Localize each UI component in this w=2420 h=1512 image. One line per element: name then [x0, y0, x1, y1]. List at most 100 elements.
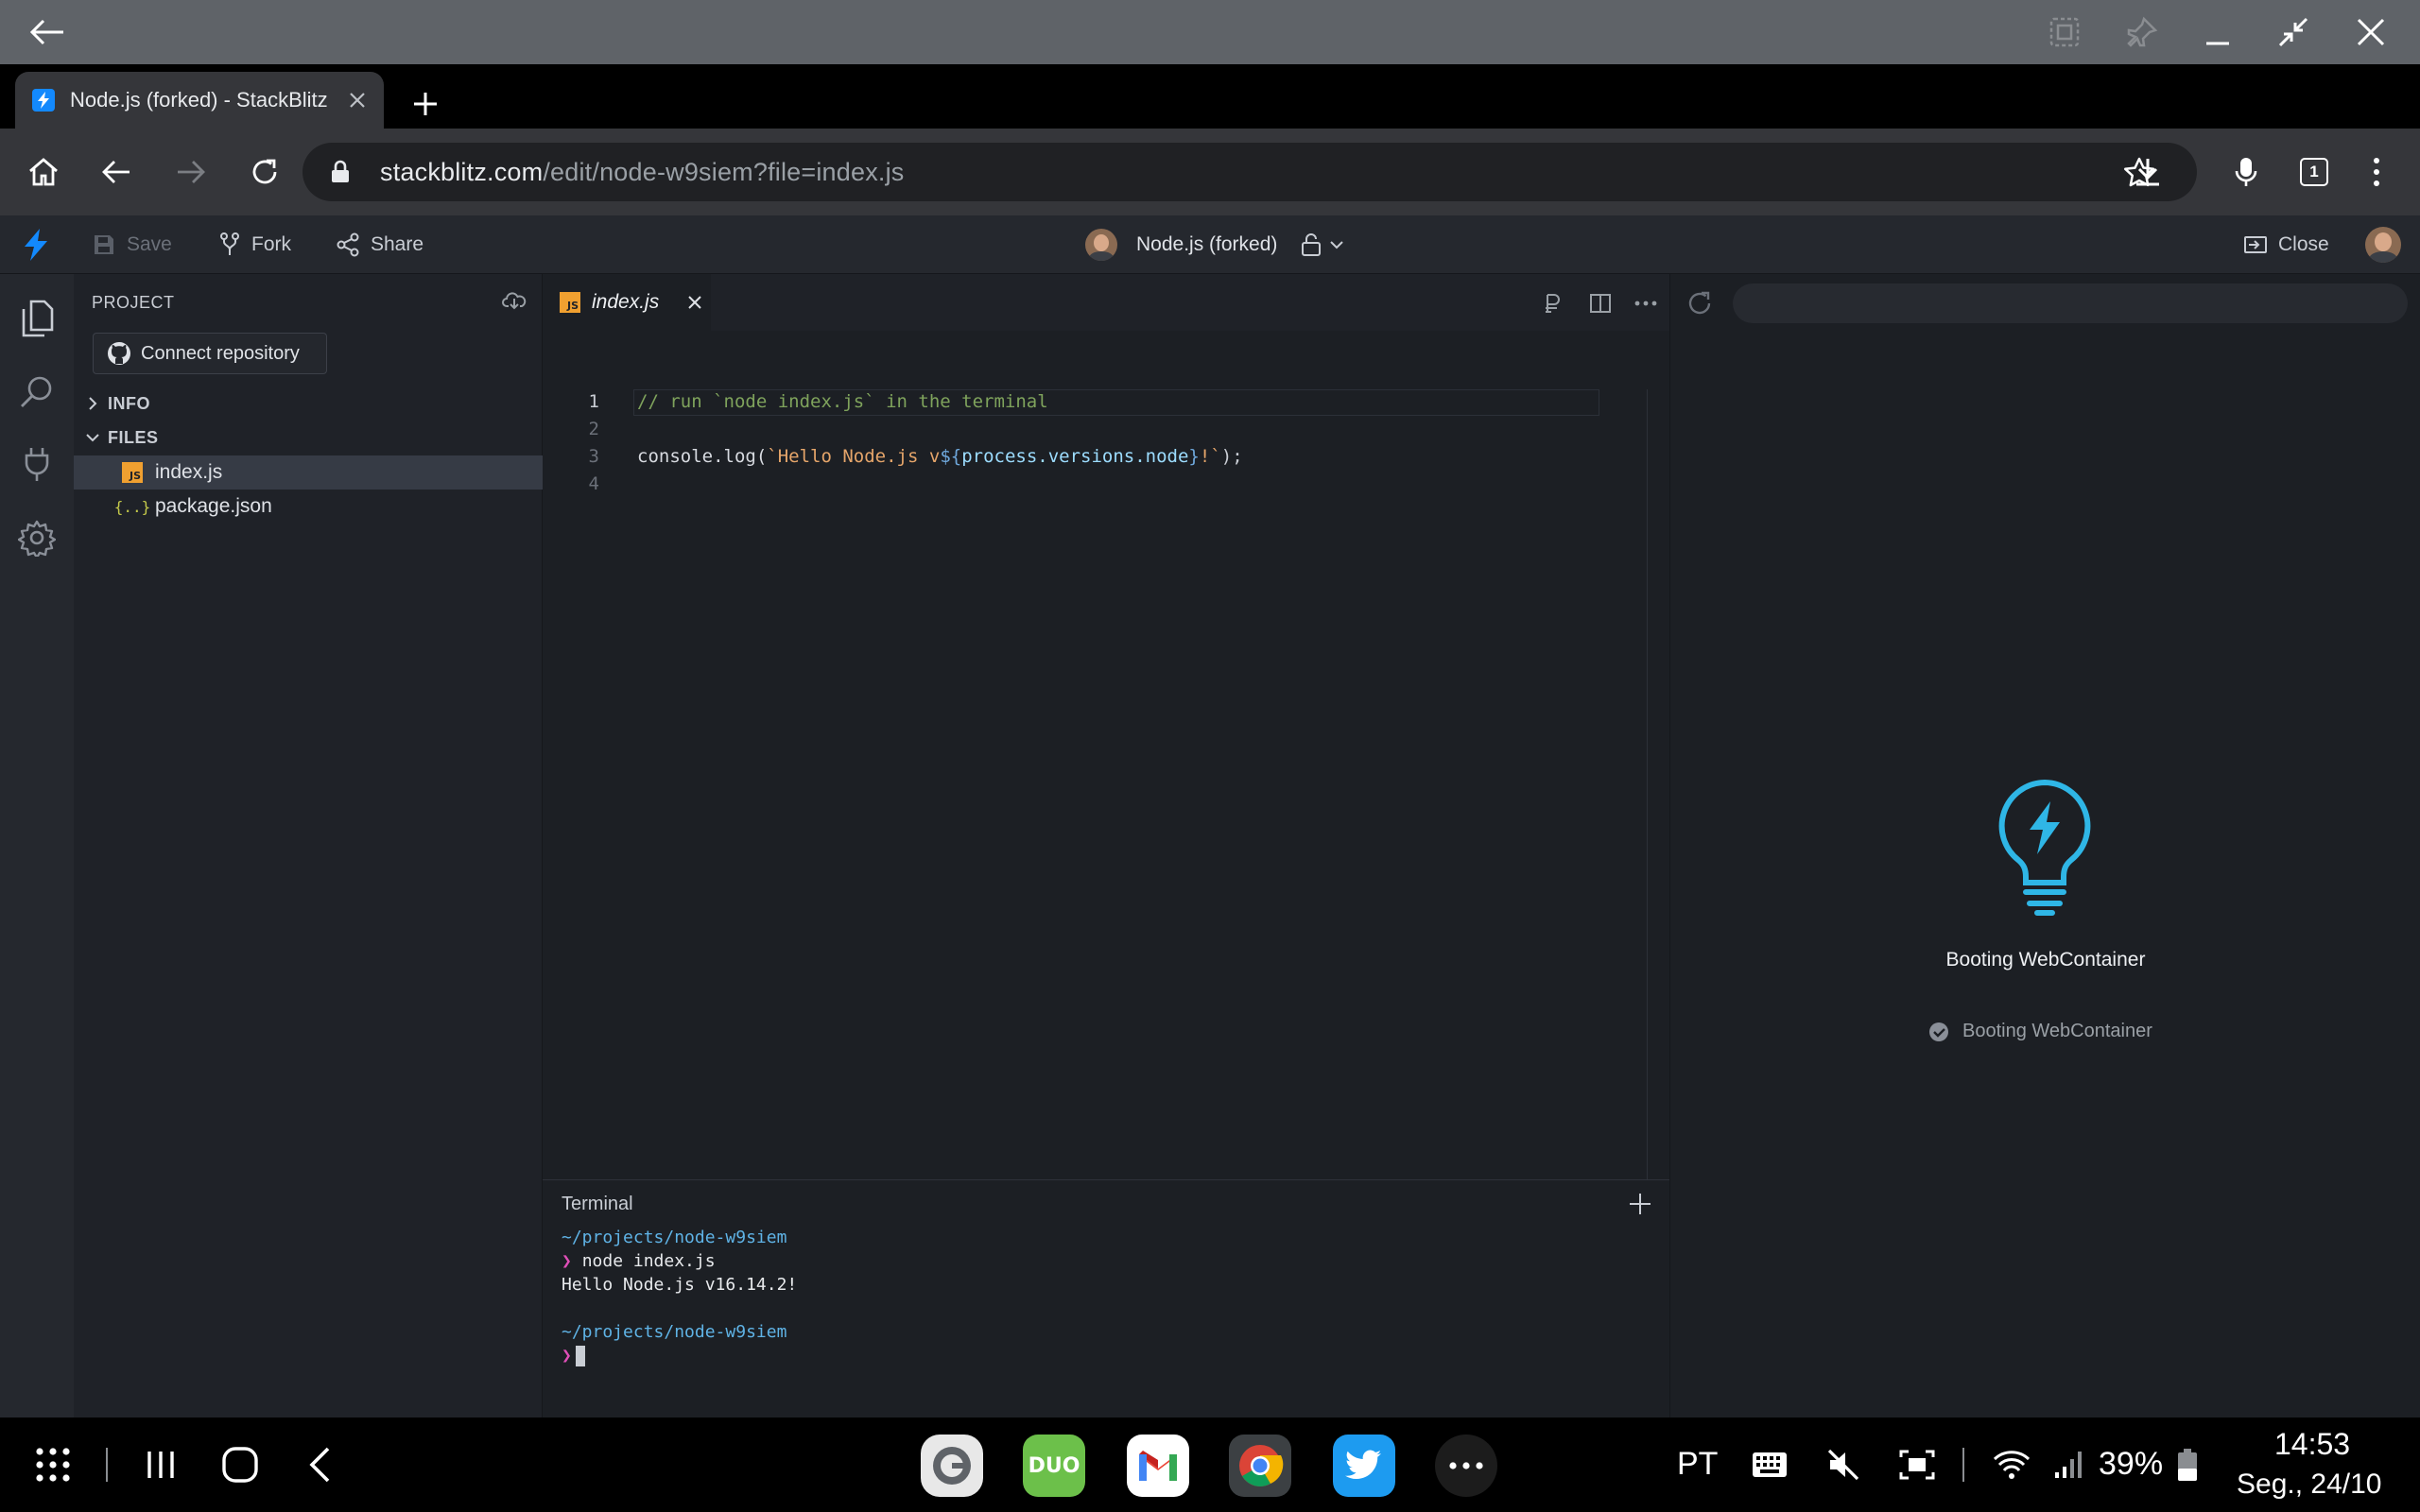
- wifi-icon[interactable]: [1989, 1442, 2034, 1487]
- restore-icon[interactable]: [2273, 11, 2314, 53]
- new-tab-icon[interactable]: [406, 85, 444, 123]
- exit-icon: [2244, 236, 2267, 253]
- chevron-down-icon: [81, 432, 104, 443]
- search-icon[interactable]: [13, 369, 60, 416]
- tab-close-icon[interactable]: [344, 87, 371, 113]
- screenshot-window-icon[interactable]: [2044, 11, 2085, 53]
- microphone-icon[interactable]: [2223, 149, 2269, 195]
- recent-apps-icon[interactable]: [138, 1442, 183, 1487]
- code-area[interactable]: 1 2 3 4 // run `node index.js` in the te…: [543, 331, 1669, 1179]
- line-number: 1: [588, 391, 599, 412]
- files-section-toggle[interactable]: FILES: [74, 421, 543, 454]
- unlock-icon: [1302, 233, 1321, 256]
- terminal-cursor: [575, 1346, 585, 1366]
- file-item-package-json[interactable]: {..} package.json: [74, 490, 543, 524]
- javascript-file-icon: JS: [121, 461, 144, 484]
- code-editor: JS index.js 1 2 3 4 // run `node index.j…: [543, 274, 1669, 1179]
- terminal-prompt-line: ❯: [562, 1346, 585, 1366]
- home-icon[interactable]: [21, 149, 66, 195]
- nav-back-icon[interactable]: [297, 1442, 342, 1487]
- back-icon[interactable]: [94, 149, 139, 195]
- settings-gear-icon[interactable]: [13, 514, 60, 561]
- dock-app-duo-icon[interactable]: DUO: [1023, 1435, 1085, 1497]
- info-section-toggle[interactable]: INFO: [74, 387, 543, 420]
- status-divider: [1962, 1448, 1964, 1482]
- boot-step: Booting WebContainer: [1928, 1021, 2152, 1042]
- forward-icon[interactable]: [168, 149, 214, 195]
- minimize-icon[interactable]: [2197, 11, 2238, 53]
- new-terminal-icon[interactable]: [1628, 1192, 1652, 1216]
- stackblitz-logo-icon[interactable]: [23, 229, 49, 261]
- dock-app-chrome-icon[interactable]: [1229, 1435, 1291, 1497]
- editor-tab-index-js[interactable]: JS index.js: [543, 274, 711, 331]
- tab-switcher-button[interactable]: 1: [2291, 149, 2337, 195]
- input-language[interactable]: PT: [1677, 1446, 1718, 1483]
- plugin-icon[interactable]: [13, 440, 60, 488]
- terminal-path: ~/projects/node-w9siem: [562, 1228, 787, 1247]
- check-circle-icon: [1929, 1022, 1948, 1041]
- reload-icon[interactable]: [242, 149, 287, 195]
- project-title[interactable]: Node.js (forked): [1136, 229, 1277, 261]
- terminal-path: ~/projects/node-w9siem: [562, 1322, 787, 1342]
- connect-repository-button[interactable]: Connect repository: [93, 333, 327, 374]
- window-back-icon[interactable]: [26, 11, 68, 53]
- share-button[interactable]: Share: [337, 229, 424, 261]
- terminal-panel[interactable]: Terminal ~/projects/node-w9siem ❯ node i…: [543, 1179, 1669, 1418]
- terminal-command-line: ❯ node index.js: [562, 1251, 716, 1271]
- keyboard-icon[interactable]: [1747, 1442, 1792, 1487]
- download-icon[interactable]: [2125, 149, 2170, 195]
- dock-more-apps-icon[interactable]: [1435, 1435, 1497, 1497]
- user-avatar[interactable]: [2365, 227, 2401, 263]
- code-line-1: // run `node index.js` in the terminal: [637, 391, 1048, 412]
- more-actions-icon[interactable]: [1630, 287, 1662, 319]
- preview-reload-icon[interactable]: [1685, 289, 1714, 318]
- close-tab-icon[interactable]: [687, 295, 702, 310]
- more-menu-icon[interactable]: [2354, 149, 2399, 195]
- files-icon[interactable]: [13, 295, 60, 342]
- clock-time: 14:53: [2274, 1427, 2351, 1461]
- editor-ruler: [1647, 389, 1648, 1179]
- battery-percent: 39%: [2099, 1446, 2164, 1482]
- url-text: stackblitz.com/edit/node-w9siem?file=ind…: [380, 157, 905, 186]
- save-icon: [95, 235, 113, 254]
- mute-icon[interactable]: [1821, 1442, 1866, 1487]
- split-editor-icon[interactable]: [1584, 287, 1616, 319]
- fork-button[interactable]: Fork: [219, 229, 291, 261]
- preview-url-bar[interactable]: [1733, 284, 2408, 323]
- line-number: 2: [588, 419, 599, 439]
- close-window-icon[interactable]: [2350, 11, 2392, 53]
- owner-avatar[interactable]: [1085, 229, 1117, 261]
- stackblitz-favicon-icon: [32, 89, 55, 112]
- preview-panel: Booting WebContainer Booting WebContaine…: [1669, 274, 2420, 1418]
- file-item-index-js[interactable]: JS index.js: [74, 455, 543, 490]
- signal-icon[interactable]: [2046, 1442, 2091, 1487]
- dock-app-twitter-icon[interactable]: [1333, 1435, 1395, 1497]
- browser-toolbar: stackblitz.com/edit/node-w9siem?file=ind…: [0, 129, 2420, 215]
- terminal-title: Terminal: [562, 1194, 633, 1214]
- stackblitz-header: Save Fork Share Node.js (forked) Close: [0, 215, 2420, 274]
- code-line-3: console.log(`Hello Node.js v${process.ve…: [637, 446, 1243, 467]
- json-file-icon: {..}: [113, 497, 151, 516]
- home-button-icon[interactable]: [217, 1442, 263, 1487]
- dock-app-gmail-icon[interactable]: [1127, 1435, 1189, 1497]
- app-drawer-icon[interactable]: [30, 1442, 76, 1487]
- battery-icon: [2165, 1442, 2210, 1487]
- lightbulb-bolt-icon: [1992, 775, 2098, 917]
- tab-title: Node.js (forked) - StackBlitz: [70, 88, 328, 112]
- pin-icon[interactable]: [2121, 11, 2163, 53]
- cloud-download-icon[interactable]: [502, 289, 527, 310]
- chevron-down-icon: [1330, 241, 1343, 249]
- visibility-dropdown[interactable]: [1301, 232, 1344, 257]
- close-editor-button[interactable]: Close: [2244, 229, 2329, 261]
- terminal-output: Hello Node.js v16.14.2!: [562, 1275, 798, 1295]
- prettier-format-icon[interactable]: [1537, 287, 1569, 319]
- save-button[interactable]: Save: [93, 229, 172, 261]
- project-label: PROJECT: [92, 293, 175, 312]
- browser-tab[interactable]: Node.js (forked) - StackBlitz: [15, 72, 384, 129]
- dock-app-chrome-remote-icon[interactable]: [921, 1435, 983, 1497]
- screen-capture-icon[interactable]: [1894, 1442, 1940, 1487]
- address-bar[interactable]: stackblitz.com/edit/node-w9siem?file=ind…: [302, 143, 2197, 201]
- editor-tab-bar: JS index.js: [543, 274, 1669, 331]
- system-navigation-bar: DUO PT 39% 14:53 Seg., 24/10: [0, 1418, 2420, 1512]
- lock-icon[interactable]: [325, 160, 355, 184]
